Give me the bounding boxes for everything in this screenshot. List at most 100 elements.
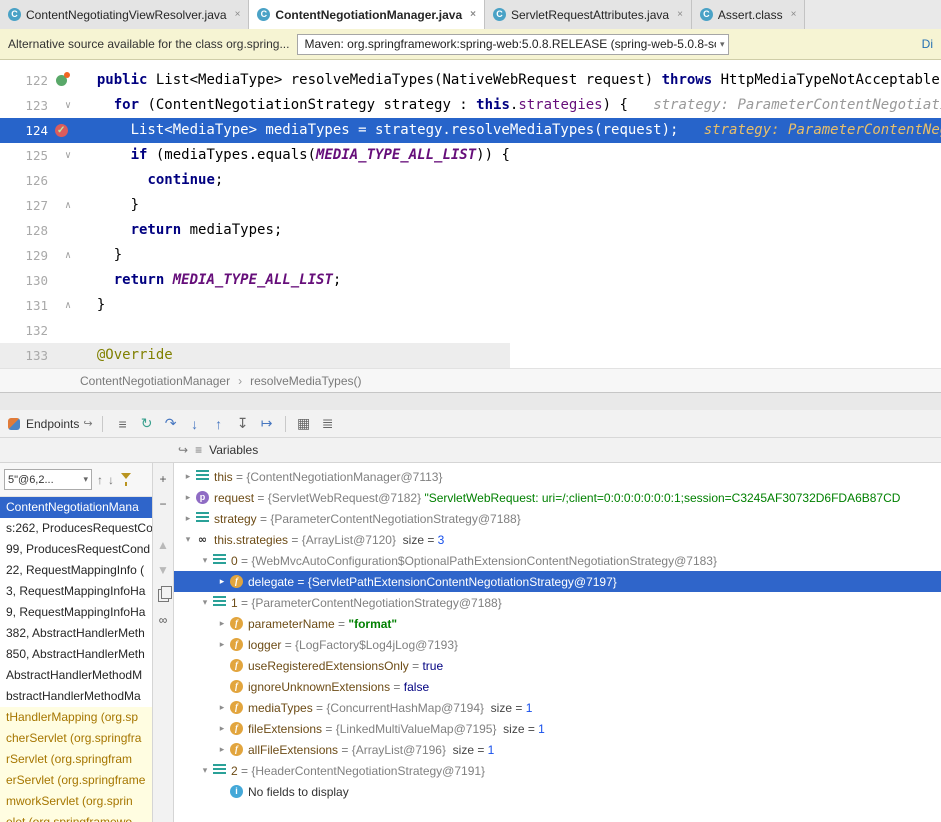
frame-item[interactable]: AbstractHandlerMethodM (0, 665, 152, 686)
editor-tab[interactable]: CServletRequestAttributes.java× (485, 0, 692, 29)
frame-item[interactable]: s:262, ProducesRequestCo (0, 518, 152, 539)
variable-row[interactable]: ▸parameterName = "format" (174, 613, 941, 634)
chevron-closed-icon[interactable]: ▸ (182, 492, 194, 503)
variable-row[interactable]: No fields to display (174, 781, 941, 802)
breakpoint-icon[interactable] (55, 124, 68, 137)
source-jar-select[interactable]: Maven: org.springframework:spring-web:5.… (297, 34, 729, 55)
disable-link[interactable]: Di (922, 37, 933, 51)
variable-row[interactable]: useRegisteredExtensionsOnly = true (174, 655, 941, 676)
gutter-run-icon[interactable] (56, 75, 67, 86)
variable-row[interactable]: ignoreUnknownExtensions = false (174, 676, 941, 697)
fold-close-icon[interactable]: ∧ (65, 193, 71, 218)
frame-item[interactable]: 382, AbstractHandlerMeth (0, 623, 152, 644)
code-line[interactable]: 130 return MEDIA_TYPE_ALL_LIST; (0, 268, 941, 293)
previous-frame-icon[interactable]: ↑ (97, 473, 103, 487)
chevron-closed-icon[interactable]: ▸ (182, 471, 194, 482)
frame-item[interactable]: mworkServlet (org.sprin (0, 791, 152, 812)
frame-item[interactable]: 9, RequestMappingInfoHa (0, 602, 152, 623)
chevron-closed-icon[interactable]: ▸ (216, 618, 228, 629)
variable-row[interactable]: ▸fileExtensions = {LinkedMultiValueMap@7… (174, 718, 941, 739)
show-execution-point-icon[interactable]: ↻ (136, 413, 158, 435)
chevron-open-icon[interactable]: ▾ (199, 597, 211, 608)
frame-item[interactable]: tHandlerMapping (org.sp (0, 707, 152, 728)
breadcrumb-method[interactable]: resolveMediaTypes() (250, 374, 361, 388)
tab-close-icon[interactable]: × (791, 9, 797, 20)
endpoints-tab[interactable]: Endpoints (26, 417, 79, 431)
variable-row[interactable]: ▾1 = {ParameterContentNegotiationStrateg… (174, 592, 941, 613)
add-watch-icon[interactable]: + (154, 469, 172, 489)
frame-item[interactable]: 3, RequestMappingInfoHa (0, 581, 152, 602)
variable-row[interactable]: ▸request = {ServletWebRequest@7182} "Ser… (174, 487, 941, 508)
frame-item[interactable]: cherServlet (org.springfra (0, 728, 152, 749)
variable-row[interactable]: ▸strategy = {ParameterContentNegotiation… (174, 508, 941, 529)
variable-row[interactable]: ▸delegate = {ServletPathExtensionContent… (174, 571, 941, 592)
code-line[interactable]: 122 public List<MediaType> resolveMediaT… (0, 68, 941, 93)
step-over-icon[interactable]: ↷ (160, 413, 182, 435)
run-to-cursor-icon[interactable]: ↦ (256, 413, 278, 435)
code-editor[interactable]: 122 public List<MediaType> resolveMediaT… (0, 60, 941, 368)
tab-close-icon[interactable]: × (235, 9, 241, 20)
remove-watch-icon[interactable]: − (154, 494, 172, 514)
show-watches-icon[interactable]: ∞ (154, 610, 172, 630)
thread-selector[interactable]: 5"@6,2... ▾ (4, 469, 92, 490)
tab-close-icon[interactable]: × (470, 9, 476, 20)
view-as-grid-icon[interactable]: ▦ (293, 413, 315, 435)
fold-open-icon[interactable]: ∨ (65, 93, 71, 118)
code-line[interactable]: 124 List<MediaType> mediaTypes = strateg… (0, 118, 941, 143)
frame-item[interactable]: erServlet (org.springframe (0, 770, 152, 791)
variable-row[interactable]: ▾this.strategies = {ArrayList@7120} size… (174, 529, 941, 550)
variable-row[interactable]: ▸allFileExtensions = {ArrayList@7196} si… (174, 739, 941, 760)
fold-close-icon[interactable]: ∧ (65, 293, 71, 318)
layout-settings-icon[interactable]: ≣ (317, 413, 339, 435)
chevron-closed-icon[interactable]: ▸ (216, 639, 228, 650)
code-line[interactable]: 132 (0, 318, 941, 343)
variable-value: false (404, 680, 429, 694)
chevron-closed-icon[interactable]: ▸ (216, 702, 228, 713)
variable-row[interactable]: ▸logger = {LogFactory$Log4jLog@7193} (174, 634, 941, 655)
variable-row[interactable]: ▸mediaTypes = {ConcurrentHashMap@7194} s… (174, 697, 941, 718)
next-frame-icon[interactable]: ↓ (108, 473, 114, 487)
view-options-icon[interactable]: ≡ (112, 413, 134, 435)
code-line[interactable]: 123∨ for (ContentNegotiationStrategy str… (0, 93, 941, 118)
fold-open-icon[interactable]: ∨ (65, 143, 71, 168)
fold-close-icon[interactable]: ∧ (65, 243, 71, 268)
frame-item[interactable]: ContentNegotiationMana (0, 497, 152, 518)
editor-tab[interactable]: CAssert.class× (692, 0, 806, 29)
duplicate-icon[interactable] (154, 585, 172, 605)
move-to-watches-icon[interactable]: ↪ (178, 443, 188, 457)
code-line[interactable]: 128 return mediaTypes; (0, 218, 941, 243)
breadcrumb-class[interactable]: ContentNegotiationManager (80, 374, 230, 388)
jump-to-source-icon[interactable]: ↪ (83, 417, 92, 430)
code-line[interactable]: 127∧ } (0, 193, 941, 218)
tab-close-icon[interactable]: × (677, 9, 683, 20)
step-out-icon[interactable]: ↑ (208, 413, 230, 435)
move-down-icon[interactable]: ▼ (154, 560, 172, 580)
editor-tab[interactable]: CContentNegotiatingViewResolver.java× (0, 0, 249, 29)
variable-row[interactable]: ▾2 = {HeaderContentNegotiationStrategy@7… (174, 760, 941, 781)
frame-item[interactable]: elet (org springframewo (0, 812, 152, 822)
chevron-closed-icon[interactable]: ▸ (182, 513, 194, 524)
frame-item[interactable]: 99, ProducesRequestCond (0, 539, 152, 560)
chevron-open-icon[interactable]: ▾ (182, 534, 194, 545)
move-up-icon[interactable]: ▲ (154, 535, 172, 555)
variable-row[interactable]: ▾0 = {WebMvcAutoConfiguration$OptionalPa… (174, 550, 941, 571)
code-line[interactable]: 133 @Override (0, 343, 941, 368)
chevron-closed-icon[interactable]: ▸ (216, 576, 228, 587)
code-line[interactable]: 126 continue; (0, 168, 941, 193)
filter-frames-icon[interactable] (121, 473, 131, 486)
frame-item[interactable]: rServlet (org.springfram (0, 749, 152, 770)
editor-tab[interactable]: CContentNegotiationManager.java× (249, 0, 485, 29)
frame-item[interactable]: 22, RequestMappingInfo ( (0, 560, 152, 581)
variable-row[interactable]: ▸this = {ContentNegotiationManager@7113} (174, 466, 941, 487)
code-line[interactable]: 125∨ if (mediaTypes.equals(MEDIA_TYPE_AL… (0, 143, 941, 168)
step-into-icon[interactable]: ↓ (184, 413, 206, 435)
chevron-closed-icon[interactable]: ▸ (216, 744, 228, 755)
chevron-closed-icon[interactable]: ▸ (216, 723, 228, 734)
frame-item[interactable]: bstractHandlerMethodMa (0, 686, 152, 707)
code-line[interactable]: 129∧ } (0, 243, 941, 268)
code-line[interactable]: 131∧ } (0, 293, 941, 318)
chevron-open-icon[interactable]: ▾ (199, 555, 211, 566)
drop-frame-icon[interactable]: ↧ (232, 413, 254, 435)
chevron-open-icon[interactable]: ▾ (199, 765, 211, 776)
frame-item[interactable]: 850, AbstractHandlerMeth (0, 644, 152, 665)
